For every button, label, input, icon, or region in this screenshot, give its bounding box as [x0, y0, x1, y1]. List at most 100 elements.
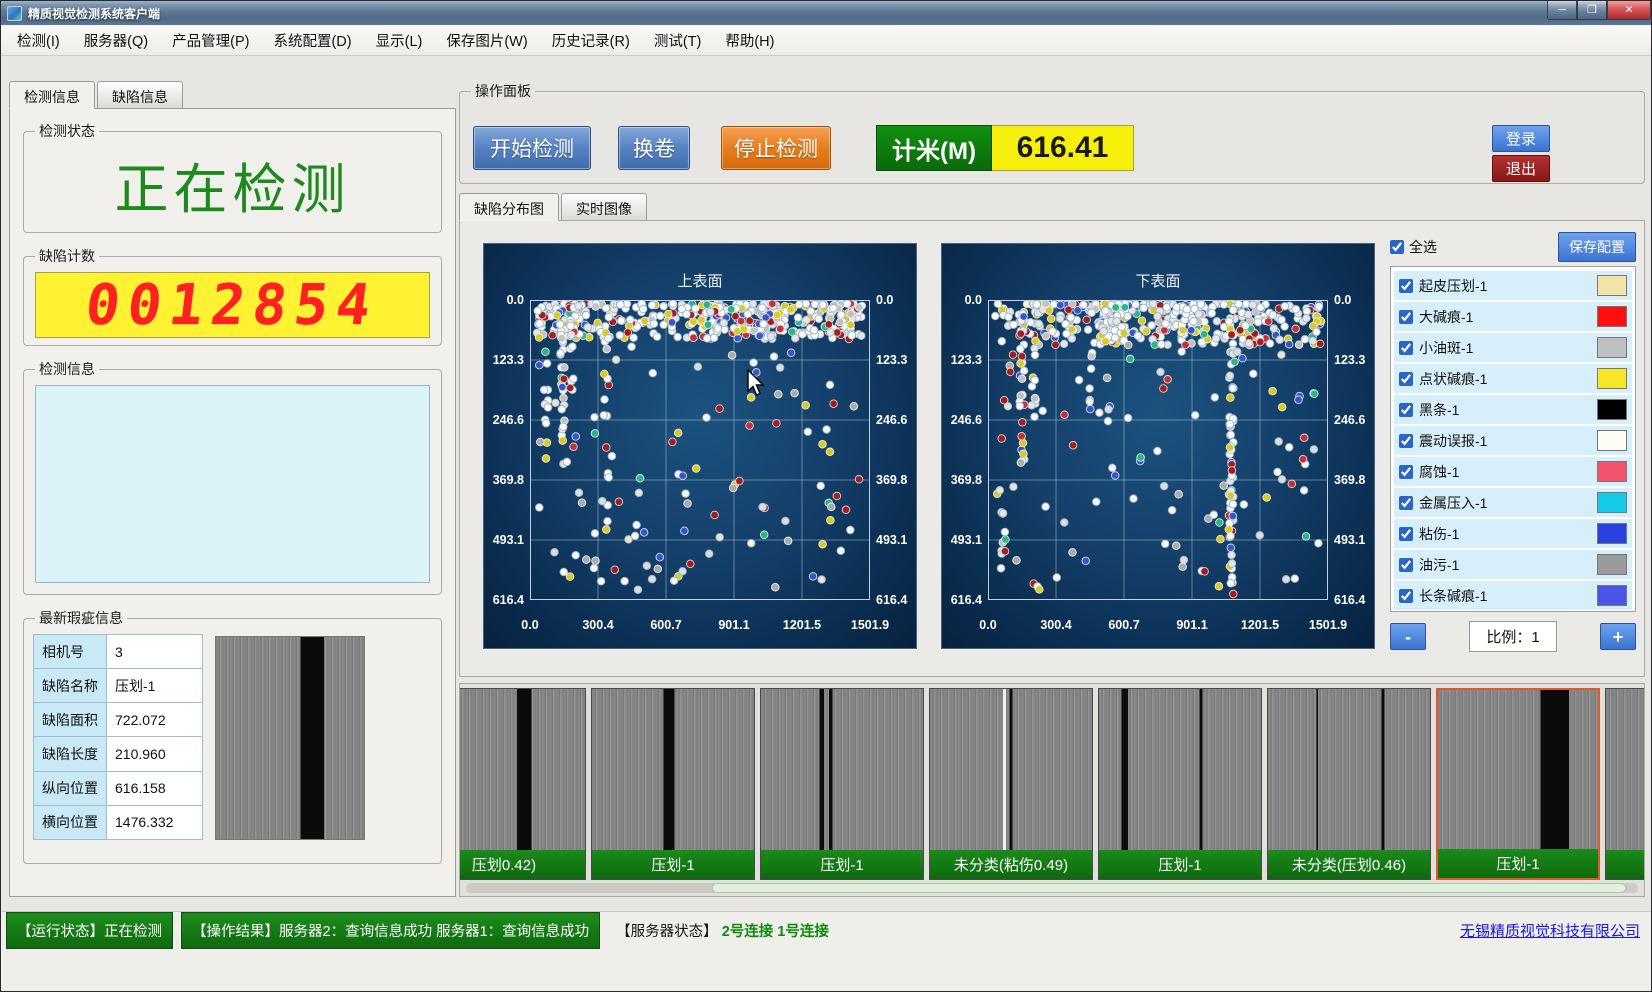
defect-type-checkbox[interactable] — [1399, 434, 1413, 448]
maximize-icon[interactable]: ❐ — [1577, 1, 1607, 20]
app-icon — [7, 6, 22, 21]
defect-thumbnail[interactable]: 压划-1 — [1436, 688, 1600, 880]
defect-field-value: 616.158 — [107, 771, 203, 805]
defect-type-label: 腐蚀-1 — [1419, 462, 1459, 482]
menu-item-6[interactable]: 历史记录(R) — [540, 25, 642, 56]
defect-type-checkbox[interactable] — [1399, 558, 1413, 572]
defect-field-label: 缺陷长度 — [34, 737, 107, 771]
axis-tick-label: 246.6 — [951, 413, 982, 427]
defect-type-checkbox[interactable] — [1399, 341, 1413, 355]
axis-tick-label: 246.6 — [876, 413, 907, 427]
detection-info-title: 检测信息 — [35, 359, 99, 379]
defect-thumbnail[interactable]: 压划-1 — [591, 688, 755, 880]
latest-defect-table: 相机号3缺陷名称压划-1缺陷面积722.072缺陷长度210.960纵向位置61… — [33, 634, 203, 840]
change-roll-button[interactable]: 换卷 — [618, 126, 690, 170]
exit-button[interactable]: 退出 — [1492, 155, 1550, 182]
scrollbar-thumb[interactable] — [712, 883, 1626, 893]
axis-tick-label: 493.1 — [1334, 533, 1365, 547]
defect-type-checkbox[interactable] — [1399, 403, 1413, 417]
axis-tick-label: 246.6 — [1334, 413, 1365, 427]
axis-tick-label: 901.1 — [1176, 618, 1207, 632]
thumbnail-image — [1606, 689, 1645, 850]
defect-type-checkbox[interactable] — [1399, 465, 1413, 479]
view-tabs: 缺陷分布图实时图像 — [459, 193, 649, 220]
axis-tick-label: 1501.9 — [851, 618, 889, 632]
defect-thumbnail[interactable] — [1605, 688, 1645, 880]
thumbnail-label: 压划-1 — [761, 850, 923, 879]
defect-thumbnail[interactable]: 压划-1 — [1098, 688, 1262, 880]
defect-type-checkbox[interactable] — [1399, 279, 1413, 293]
axis-tick-label: 300.4 — [1040, 618, 1071, 632]
thumbnail-label: 未分类(压划0.46) — [1268, 850, 1430, 879]
axis-tick-label: 369.8 — [493, 473, 524, 487]
defect-type-label: 粘伤-1 — [1419, 524, 1459, 544]
axis-tick-label: 1201.5 — [1241, 618, 1279, 632]
defect-thumbnail[interactable]: 未分类(粘伤0.49) — [929, 688, 1093, 880]
select-all-checkbox[interactable] — [1390, 240, 1404, 254]
defect-type-label: 油污-1 — [1419, 555, 1459, 575]
defect-type-label: 点状碱痕-1 — [1419, 369, 1487, 389]
defect-count-display: 0012854 — [35, 272, 430, 338]
thumbnail-image — [1438, 690, 1598, 849]
defect-thumbnail[interactable]: 未分类(压划0.46) — [1267, 688, 1431, 880]
menu-item-8[interactable]: 帮助(H) — [713, 25, 786, 56]
defect-type-checkbox[interactable] — [1399, 527, 1413, 541]
thumbnail-label: 压划0.42) — [459, 850, 585, 879]
defect-thumbnail[interactable]: 压划-1 — [760, 688, 924, 880]
tab-left-0[interactable]: 检测信息 — [9, 81, 95, 109]
thumbnail-label: 压划-1 — [592, 850, 754, 879]
menu-item-3[interactable]: 系统配置(D) — [261, 25, 363, 56]
select-all-text: 全选 — [1409, 237, 1437, 257]
axis-tick-label: 493.1 — [876, 533, 907, 547]
defect-color-swatch — [1597, 430, 1627, 451]
defect-type-checkbox[interactable] — [1399, 310, 1413, 324]
zoom-out-button[interactable]: - — [1390, 623, 1426, 650]
axis-tick-label: 123.3 — [951, 353, 982, 367]
chart-title: 下表面 — [942, 270, 1374, 291]
defect-type-checkbox[interactable] — [1399, 372, 1413, 386]
save-config-button[interactable]: 保存配置 — [1558, 232, 1636, 262]
defect-type-row: 黑条-1 — [1394, 395, 1632, 424]
login-button[interactable]: 登录 — [1492, 125, 1550, 152]
start-detection-button[interactable]: 开始检测 — [473, 126, 591, 170]
axis-tick-label: 600.7 — [1108, 618, 1139, 632]
defect-type-row: 大碱痕-1 — [1394, 302, 1632, 331]
menu-item-1[interactable]: 服务器(Q) — [72, 25, 160, 56]
defect-legend-panel: 全选 保存配置 起皮压划-1大碱痕-1小油斑-1点状碱痕-1黑条-1震动误报-1… — [1390, 233, 1636, 652]
zoom-in-button[interactable]: + — [1600, 623, 1636, 650]
operation-panel-title: 操作面板 — [471, 81, 535, 101]
defect-type-row: 金属压入-1 — [1394, 488, 1632, 517]
menu-item-4[interactable]: 显示(L) — [364, 25, 435, 56]
y-axis-labels-left: 0.0123.3246.6369.8493.1616.4 — [484, 300, 527, 600]
detection-status-title: 检测状态 — [35, 121, 99, 141]
tab-left-1[interactable]: 缺陷信息 — [97, 81, 183, 108]
axis-tick-label: 1501.9 — [1309, 618, 1347, 632]
chart-title: 上表面 — [484, 270, 916, 291]
axis-tick-label: 493.1 — [951, 533, 982, 547]
minimize-icon[interactable]: ─ — [1547, 1, 1577, 20]
defect-thumbnail[interactable]: 压划0.42) — [459, 688, 586, 880]
defect-type-row: 长条碱痕-1 — [1394, 581, 1632, 610]
defect-type-row: 腐蚀-1 — [1394, 457, 1632, 486]
workspace: 检测信息缺陷信息 检测状态 正在检测 缺陷计数 0012854 检测信息 — [1, 56, 1651, 911]
stop-detection-button[interactable]: 停止检测 — [721, 126, 831, 170]
thumbnail-label: 压划-1 — [1099, 850, 1261, 879]
tab-view-0[interactable]: 缺陷分布图 — [459, 193, 559, 221]
defect-type-list: 起皮压划-1大碱痕-1小油斑-1点状碱痕-1黑条-1震动误报-1腐蚀-1金属压入… — [1390, 266, 1636, 612]
defect-type-label: 金属压入-1 — [1419, 493, 1487, 513]
close-icon[interactable]: ✕ — [1607, 1, 1651, 20]
menu-item-2[interactable]: 产品管理(P) — [160, 25, 261, 56]
axis-tick-label: 0.0 — [876, 293, 893, 307]
tab-view-1[interactable]: 实时图像 — [561, 193, 647, 220]
menu-item-5[interactable]: 保存图片(W) — [434, 25, 539, 56]
company-link[interactable]: 无锡精质视觉科技有限公司 — [1460, 920, 1646, 941]
defect-type-row: 油污-1 — [1394, 550, 1632, 579]
menu-item-0[interactable]: 检测(I) — [5, 25, 72, 56]
defect-type-checkbox[interactable] — [1399, 589, 1413, 603]
axis-tick-label: 123.3 — [876, 353, 907, 367]
defect-type-checkbox[interactable] — [1399, 496, 1413, 510]
axis-tick-label: 0.0 — [1334, 293, 1351, 307]
menu-item-7[interactable]: 测试(T) — [642, 25, 714, 56]
lower-surface-chart: 下表面 0.0123.3246.6369.8493.1616.4 0.0123.… — [942, 244, 1374, 648]
scatter-plot — [988, 300, 1328, 600]
